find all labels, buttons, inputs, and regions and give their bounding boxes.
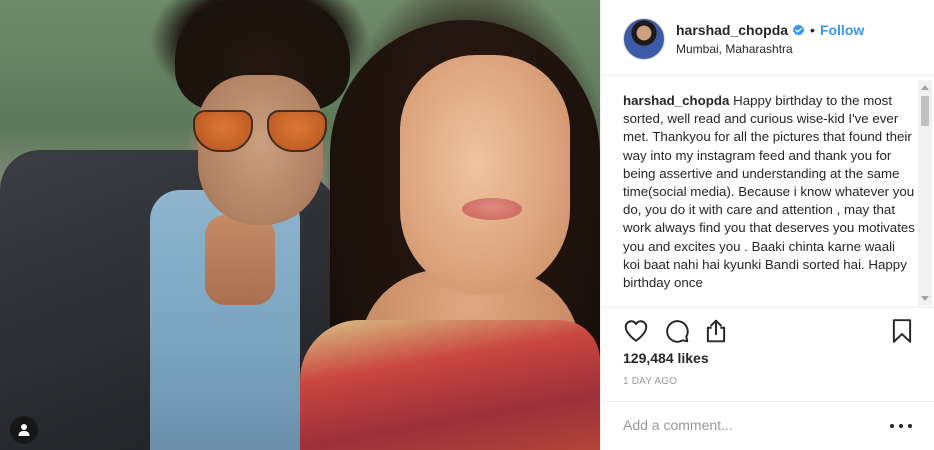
verified-badge-icon <box>792 23 805 36</box>
user-line: harshad_chopda • Follow <box>676 22 864 38</box>
photo-face-woman <box>400 55 570 295</box>
action-bar <box>601 307 934 351</box>
comment-input[interactable] <box>623 414 873 436</box>
more-options-icon[interactable] <box>890 416 912 436</box>
comment-icon[interactable] <box>664 318 690 344</box>
avatar[interactable] <box>623 18 665 60</box>
likes-count[interactable]: 129,484 likes <box>623 350 709 366</box>
caption-username[interactable]: harshad_chopda <box>623 93 729 108</box>
more-dot <box>890 424 894 428</box>
photo-embroidered-top <box>300 320 600 450</box>
post-timestamp[interactable]: 1 DAY AGO <box>623 376 677 387</box>
photo-neck <box>205 215 275 305</box>
more-dot <box>899 424 903 428</box>
scroll-down-arrow[interactable] <box>921 296 929 301</box>
scroll-up-arrow[interactable] <box>921 85 929 90</box>
post-photo[interactable] <box>0 0 600 450</box>
scroll-thumb[interactable] <box>921 96 929 126</box>
caption: harshad_chopda Happy birthday to the mos… <box>623 92 915 292</box>
photo-lips <box>462 198 522 220</box>
caption-text: Happy birthday to the most sorted, well … <box>623 93 915 291</box>
comment-bar <box>601 401 934 450</box>
location-link[interactable]: Mumbai, Maharashtra <box>676 42 793 56</box>
bookmark-icon[interactable] <box>889 318 915 344</box>
more-dot <box>908 424 912 428</box>
separator-dot: • <box>810 22 815 38</box>
heart-icon[interactable] <box>623 318 649 344</box>
post-header: harshad_chopda • Follow Mumbai, Maharash… <box>601 0 934 76</box>
post-details-panel: harshad_chopda • Follow Mumbai, Maharash… <box>600 0 934 450</box>
person-tag-icon <box>18 424 30 436</box>
person-tag-button[interactable] <box>10 416 38 444</box>
caption-area[interactable]: harshad_chopda Happy birthday to the mos… <box>623 92 915 304</box>
caption-scrollbar[interactable] <box>918 80 932 306</box>
follow-button[interactable]: Follow <box>820 22 864 38</box>
username-link[interactable]: harshad_chopda <box>676 22 788 38</box>
photo-sunglasses <box>193 110 333 155</box>
share-icon[interactable] <box>703 318 729 344</box>
